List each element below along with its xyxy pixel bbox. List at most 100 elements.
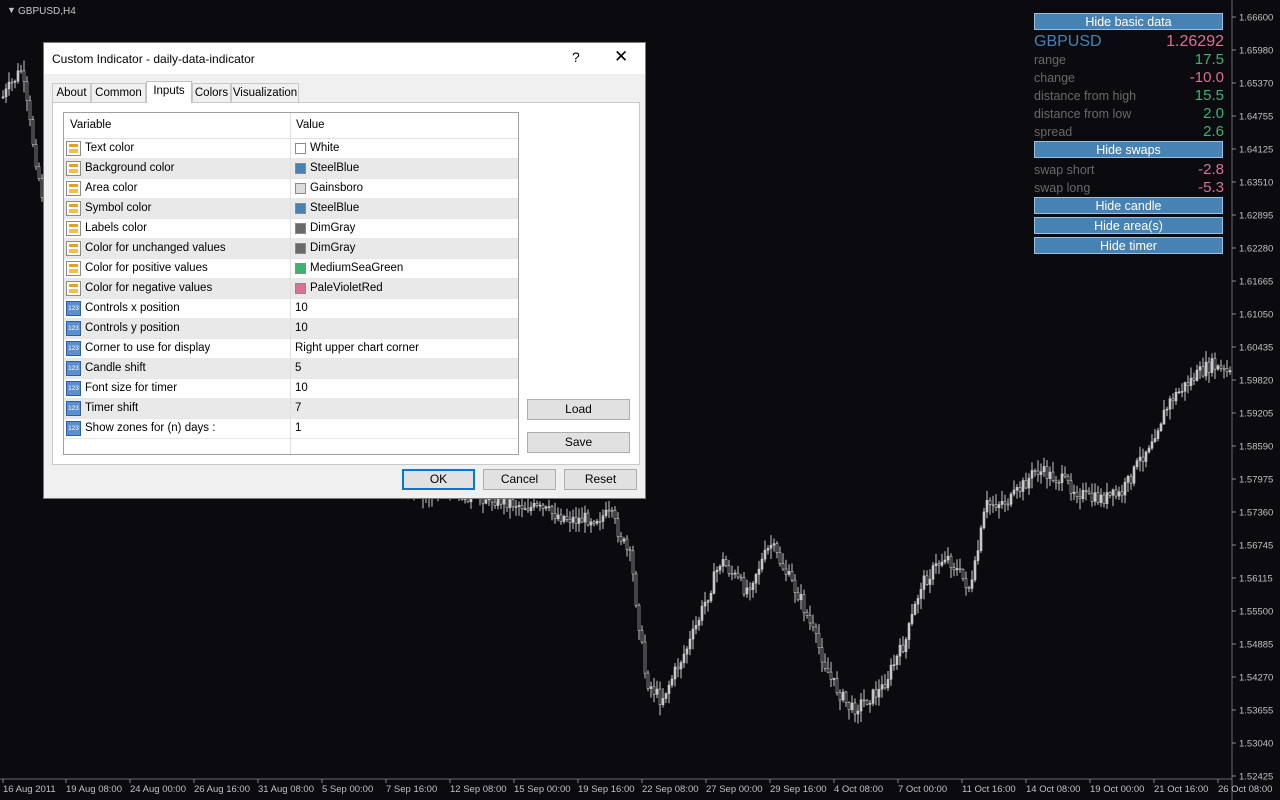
input-row[interactable]: 123 Timer shift 7 bbox=[64, 399, 518, 419]
color-swatch[interactable] bbox=[295, 203, 306, 214]
hide-areas-button[interactable]: Hide area(s) bbox=[1034, 217, 1223, 234]
data-value: 2.0 bbox=[1203, 105, 1224, 122]
candle-body bbox=[664, 693, 668, 699]
input-value[interactable]: White bbox=[310, 142, 339, 154]
close-icon[interactable]: ✕ bbox=[614, 47, 628, 67]
candle-body bbox=[1111, 489, 1115, 496]
candle-body bbox=[889, 664, 893, 680]
input-value[interactable]: Gainsboro bbox=[310, 182, 363, 194]
candle-body bbox=[637, 604, 641, 631]
tab-about[interactable]: About bbox=[52, 83, 91, 102]
input-value[interactable]: Right upper chart corner bbox=[295, 342, 419, 354]
candle-body bbox=[667, 684, 671, 694]
time-tick-label: 26 Aug 16:00 bbox=[194, 784, 250, 795]
input-value[interactable]: 10 bbox=[295, 322, 308, 334]
header-value[interactable]: Value bbox=[296, 119, 325, 131]
input-row[interactable]: Color for positive values MediumSeaGreen bbox=[64, 259, 518, 279]
candle-body bbox=[676, 666, 680, 670]
ok-button[interactable]: OK bbox=[402, 469, 475, 490]
color-swatch[interactable] bbox=[295, 143, 306, 154]
number-param-icon: 123 bbox=[66, 301, 81, 316]
input-value[interactable]: SteelBlue bbox=[310, 202, 359, 214]
price-tick-label: 1.62895 bbox=[1239, 211, 1273, 222]
input-row[interactable]: Color for negative values PaleVioletRed bbox=[64, 279, 518, 299]
candle-body bbox=[1195, 369, 1199, 381]
color-swatch[interactable] bbox=[295, 163, 306, 174]
input-row[interactable]: Symbol color SteelBlue bbox=[64, 199, 518, 219]
save-button[interactable]: Save bbox=[527, 432, 630, 453]
input-value[interactable]: 1 bbox=[295, 422, 301, 434]
help-icon[interactable]: ? bbox=[572, 49, 580, 65]
color-swatch[interactable] bbox=[295, 223, 306, 234]
candle-body bbox=[823, 661, 827, 669]
price-tick-label: 1.62280 bbox=[1239, 244, 1273, 255]
candle-body bbox=[781, 563, 785, 570]
hide-basic-data-button[interactable]: Hide basic data bbox=[1034, 13, 1223, 30]
candle-body bbox=[1126, 476, 1130, 483]
input-row[interactable]: 123 Corner to use for display Right upper … bbox=[64, 339, 518, 359]
candle-body bbox=[1144, 451, 1148, 462]
price-tick-label: 1.57975 bbox=[1239, 475, 1273, 486]
input-row[interactable]: Color for unchanged values DimGray bbox=[64, 239, 518, 259]
input-value[interactable]: SteelBlue bbox=[310, 162, 359, 174]
candle-body bbox=[886, 679, 890, 689]
candle-body bbox=[1108, 492, 1112, 496]
tab-inputs[interactable]: Inputs bbox=[146, 81, 192, 103]
candle-body bbox=[805, 612, 809, 616]
color-swatch[interactable] bbox=[295, 263, 306, 274]
dialog-titlebar[interactable]: Custom Indicator - daily-data-indicator … bbox=[44, 43, 645, 74]
input-value[interactable]: PaleVioletRed bbox=[310, 282, 383, 294]
load-button[interactable]: Load bbox=[527, 399, 630, 420]
candle-body bbox=[847, 702, 851, 711]
candle-body bbox=[790, 571, 794, 581]
color-swatch[interactable] bbox=[295, 283, 306, 294]
input-value[interactable]: 5 bbox=[295, 362, 301, 374]
input-row[interactable]: 123 Show zones for (n) days : 1 bbox=[64, 419, 518, 439]
input-value[interactable]: DimGray bbox=[310, 242, 355, 254]
candle-body bbox=[1024, 480, 1028, 489]
input-row[interactable]: Area color Gainsboro bbox=[64, 179, 518, 199]
tab-common[interactable]: Common bbox=[91, 83, 146, 102]
candle-body bbox=[793, 579, 797, 593]
input-value[interactable]: DimGray bbox=[310, 222, 355, 234]
candle-body bbox=[1186, 382, 1190, 386]
input-variable-name: Corner to use for display bbox=[85, 342, 211, 354]
hide-candle-button[interactable]: Hide candle bbox=[1034, 197, 1223, 214]
candle-body bbox=[925, 575, 929, 585]
candle-body bbox=[751, 582, 755, 590]
price-tick-label: 1.64125 bbox=[1239, 145, 1273, 156]
input-value[interactable]: 10 bbox=[295, 382, 308, 394]
input-value[interactable]: 10 bbox=[295, 302, 308, 314]
data-label: spread bbox=[1034, 125, 1073, 139]
price-tick-label: 1.55500 bbox=[1239, 607, 1273, 618]
chart-menu-triangle-icon[interactable]: ▼ bbox=[7, 5, 16, 15]
cancel-button[interactable]: Cancel bbox=[483, 469, 556, 490]
candle-body bbox=[880, 684, 884, 690]
hide-timer-button[interactable]: Hide timer bbox=[1034, 237, 1223, 254]
input-value[interactable]: MediumSeaGreen bbox=[310, 262, 403, 274]
reset-button[interactable]: Reset bbox=[564, 469, 637, 490]
candle-body bbox=[736, 572, 740, 578]
candle-body bbox=[892, 664, 896, 666]
candle-body bbox=[1177, 391, 1181, 394]
header-variable[interactable]: Variable bbox=[70, 119, 111, 131]
candle-body bbox=[904, 639, 908, 652]
input-row[interactable]: Text color White bbox=[64, 139, 518, 159]
candle-body bbox=[610, 509, 614, 512]
candle-body bbox=[910, 614, 914, 624]
candle-body bbox=[1228, 370, 1232, 373]
input-row[interactable]: Background color SteelBlue bbox=[64, 159, 518, 179]
hide-swaps-button[interactable]: Hide swaps bbox=[1034, 141, 1223, 158]
candle-body bbox=[859, 699, 863, 712]
input-row[interactable]: 123 Controls y position 10 bbox=[64, 319, 518, 339]
tab-visualization[interactable]: Visualization bbox=[231, 83, 299, 102]
input-row[interactable]: 123 Font size for timer 10 bbox=[64, 379, 518, 399]
input-row[interactable]: Labels color DimGray bbox=[64, 219, 518, 239]
input-row[interactable]: 123 Controls x position 10 bbox=[64, 299, 518, 319]
color-swatch[interactable] bbox=[295, 183, 306, 194]
color-swatch[interactable] bbox=[295, 243, 306, 254]
input-row[interactable]: 123 Candle shift 5 bbox=[64, 359, 518, 379]
input-value[interactable]: 7 bbox=[295, 402, 301, 414]
candle-body bbox=[841, 691, 845, 701]
tab-colors[interactable]: Colors bbox=[192, 83, 231, 102]
